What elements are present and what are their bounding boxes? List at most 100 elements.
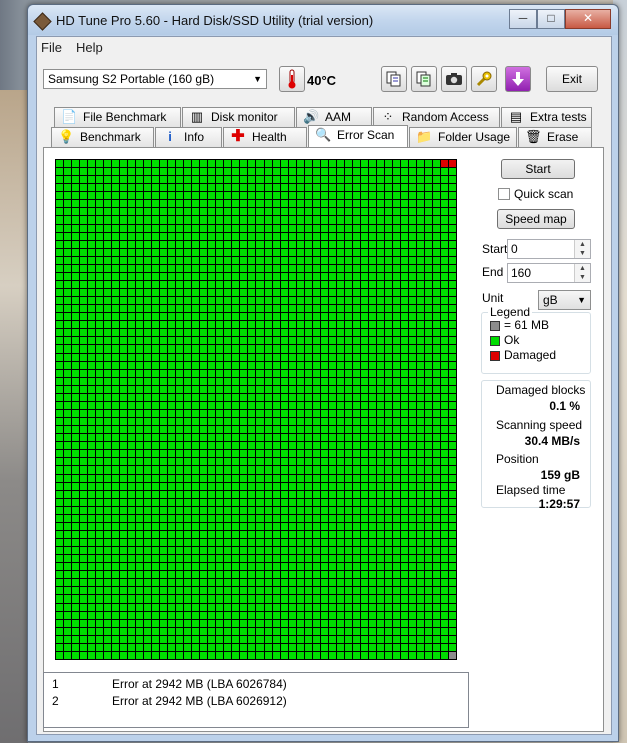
- block-cell: [272, 377, 280, 385]
- menu-file[interactable]: File: [41, 40, 62, 55]
- quick-scan-checkbox[interactable]: [498, 188, 510, 200]
- block-cell: [240, 192, 248, 200]
- block-cell: [128, 401, 136, 409]
- block-cell: [280, 232, 288, 240]
- block-cell: [200, 474, 208, 482]
- tab-folder-usage[interactable]: 📁 Folder Usage: [409, 127, 517, 147]
- block-cell: [264, 482, 272, 490]
- block-cell: [136, 442, 144, 450]
- block-cell: [448, 248, 456, 256]
- block-cell: [264, 458, 272, 466]
- tab-erase[interactable]: 🗑 Erase: [518, 127, 592, 147]
- block-cell: [336, 208, 344, 216]
- block-cell: [176, 361, 184, 369]
- block-cell: [56, 313, 64, 321]
- end-input[interactable]: 160 ▲ ▼: [507, 263, 591, 283]
- block-cell: [128, 369, 136, 377]
- block-cell: [312, 192, 320, 200]
- screenshot-button[interactable]: [441, 66, 467, 92]
- block-cell: [384, 530, 392, 539]
- block-cell: [360, 345, 368, 353]
- copy-all-button[interactable]: [411, 66, 437, 92]
- minimize-button[interactable]: ─: [509, 9, 537, 29]
- block-cell: [160, 361, 168, 369]
- tab-file-benchmark[interactable]: 📄 File Benchmark: [54, 107, 181, 127]
- tab-disk-monitor[interactable]: ▥ Disk monitor: [182, 107, 295, 127]
- block-cell: [96, 200, 104, 208]
- tab-error-scan[interactable]: 🔍 Error Scan: [308, 125, 408, 147]
- block-cell: [360, 264, 368, 272]
- block-cell: [80, 337, 88, 345]
- block-cell: [368, 498, 376, 506]
- tab-extra-tests[interactable]: ▤ Extra tests: [501, 107, 592, 127]
- block-cell: [296, 377, 304, 385]
- block-cell: [408, 587, 416, 595]
- tab-info[interactable]: i Info: [155, 127, 222, 147]
- drive-select[interactable]: Samsung S2 Portable (160 gB) ▼: [43, 69, 267, 89]
- block-cell: [64, 176, 72, 184]
- block-cell: [120, 305, 128, 313]
- options-button[interactable]: [471, 66, 497, 92]
- block-cell: [80, 393, 88, 401]
- temperature-button[interactable]: [279, 66, 305, 92]
- block-cell: [336, 547, 344, 555]
- maximize-button[interactable]: □: [537, 9, 565, 29]
- block-cell: [296, 442, 304, 450]
- start-input[interactable]: 0 ▲ ▼: [507, 239, 591, 259]
- lightbulb-icon: 💡: [58, 129, 75, 144]
- block-cell: [296, 184, 304, 192]
- block-cell: [352, 587, 360, 595]
- spin-arrows-icon[interactable]: ▲ ▼: [574, 264, 590, 282]
- block-cell: [216, 297, 224, 305]
- close-button[interactable]: ✕: [565, 9, 611, 29]
- block-cell: [432, 385, 440, 393]
- legend-damaged-swatch: [490, 351, 500, 361]
- tab-aam[interactable]: 🔊 AAM: [296, 107, 372, 127]
- block-cell: [248, 490, 256, 498]
- block-cell: [72, 321, 80, 329]
- block-cell: [408, 361, 416, 369]
- block-cell: [336, 272, 344, 280]
- block-cell: [88, 272, 96, 280]
- block-cell: [200, 264, 208, 272]
- block-cell: [72, 329, 80, 337]
- start-button[interactable]: Start: [501, 159, 575, 179]
- block-cell: [376, 377, 384, 385]
- block-cell: [144, 168, 152, 176]
- block-cell: [56, 337, 64, 345]
- block-cell: [448, 627, 456, 635]
- error-list[interactable]: 1 Error at 2942 MB (LBA 6026784) 2 Error…: [43, 672, 469, 728]
- block-cell: [368, 353, 376, 361]
- copy-info-button[interactable]: [381, 66, 407, 92]
- block-cell: [280, 418, 288, 426]
- block-cell: [120, 377, 128, 385]
- block-cell: [184, 385, 192, 393]
- block-cell: [64, 305, 72, 313]
- tab-benchmark[interactable]: 💡 Benchmark: [51, 127, 154, 147]
- block-cell: [88, 168, 96, 176]
- block-cell: [200, 442, 208, 450]
- block-cell: [360, 313, 368, 321]
- spin-arrows-icon[interactable]: ▲ ▼: [574, 240, 590, 258]
- block-cell: [72, 426, 80, 434]
- block-cell: [272, 256, 280, 264]
- block-cell: [88, 200, 96, 208]
- block-cell: [96, 232, 104, 240]
- tab-label: Info: [184, 130, 205, 144]
- tab-health[interactable]: ✚ Health: [223, 127, 307, 147]
- scanning-speed-value: 30.4 MB/s: [524, 434, 580, 448]
- speed-map-button[interactable]: Speed map: [497, 209, 575, 229]
- exit-button[interactable]: Exit: [546, 66, 598, 92]
- block-cell: [192, 619, 200, 627]
- block-cell: [168, 313, 176, 321]
- tab-random-access[interactable]: ⁘ Random Access: [373, 107, 500, 127]
- block-cell: [64, 555, 72, 563]
- save-button[interactable]: [505, 66, 531, 92]
- block-cell: [112, 305, 120, 313]
- title-bar[interactable]: HD Tune Pro 5.60 - Hard Disk/SSD Utility…: [28, 5, 618, 35]
- block-cell: [280, 240, 288, 248]
- unit-select[interactable]: gB ▼: [538, 290, 591, 310]
- block-cell: [168, 256, 176, 264]
- menu-help[interactable]: Help: [76, 40, 103, 55]
- block-cell: [80, 329, 88, 337]
